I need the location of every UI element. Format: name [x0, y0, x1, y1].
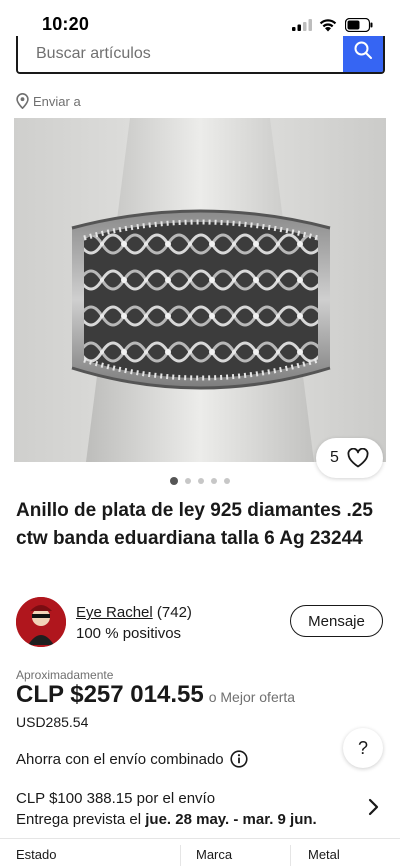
gallery-dot[interactable] — [224, 478, 230, 484]
price-row: CLP $257 014.55 o Mejor oferta — [16, 681, 295, 709]
ring-photo — [14, 118, 386, 462]
gallery-dot[interactable] — [198, 478, 204, 484]
battery-icon — [345, 18, 373, 32]
shipping-cost: CLP $100 388.15 por el envío — [16, 790, 216, 807]
gallery-dot[interactable] — [170, 477, 178, 485]
spec-header-condition: Estado — [16, 847, 57, 862]
ship-to-label: Enviar a — [33, 93, 81, 109]
combined-shipping-row: Ahorra con el envío combinado — [16, 750, 248, 768]
product-image[interactable] — [14, 118, 386, 462]
chevron-right-icon[interactable] — [368, 798, 380, 816]
favorite-count: 5 — [330, 449, 339, 466]
spec-separator — [290, 845, 291, 866]
favorite-counter-button[interactable]: 5 — [316, 438, 383, 478]
heart-icon — [347, 448, 369, 468]
gallery-pagination-dots — [170, 477, 230, 485]
delivery-dates: jue. 28 may. - mar. 9 jun. — [145, 811, 317, 828]
usd-price: USD285.54 — [16, 714, 89, 730]
listing-title: Anillo de plata de ley 925 diamantes .25… — [16, 500, 373, 549]
search-bar — [16, 36, 385, 74]
ship-to-link[interactable]: Enviar a — [16, 92, 81, 110]
search-input[interactable] — [18, 36, 345, 72]
seller-feedback-count: (742) — [156, 604, 192, 621]
combined-shipping-label: Ahorra con el envío combinado — [16, 750, 224, 768]
status-time: 10:20 — [42, 14, 90, 34]
cellular-signal-icon — [292, 19, 312, 31]
wifi-icon — [319, 19, 337, 32]
gallery-dot[interactable] — [211, 478, 217, 484]
seller-name-link[interactable]: Eye Rachel — [76, 604, 153, 621]
search-icon — [354, 41, 372, 59]
section-divider — [0, 838, 400, 839]
best-offer-label: o Mejor oferta — [208, 689, 296, 705]
search-button[interactable] — [343, 36, 383, 72]
location-pin-icon — [16, 93, 29, 109]
seller-positive-feedback: 100 % positivos — [76, 625, 182, 642]
help-button[interactable]: ? — [343, 728, 383, 768]
estimated-delivery: Entrega prevista el jue. 28 may. - mar. … — [16, 811, 317, 828]
spec-separator — [180, 845, 181, 866]
delivery-prefix: Entrega prevista el — [16, 811, 142, 828]
spec-header-metal: Metal — [308, 847, 340, 862]
gallery-dot[interactable] — [185, 478, 191, 484]
spec-header-brand: Marca — [196, 847, 233, 862]
price: CLP $257 014.55 — [16, 681, 204, 708]
seller-avatar[interactable] — [16, 597, 66, 647]
contact-seller-button[interactable]: Mensaje — [290, 605, 383, 637]
info-icon[interactable] — [230, 750, 248, 768]
seller-name-row: Eye Rachel (742) — [76, 604, 192, 621]
approx-label: Aproximadamente — [16, 668, 114, 682]
help-label: ? — [357, 737, 368, 758]
